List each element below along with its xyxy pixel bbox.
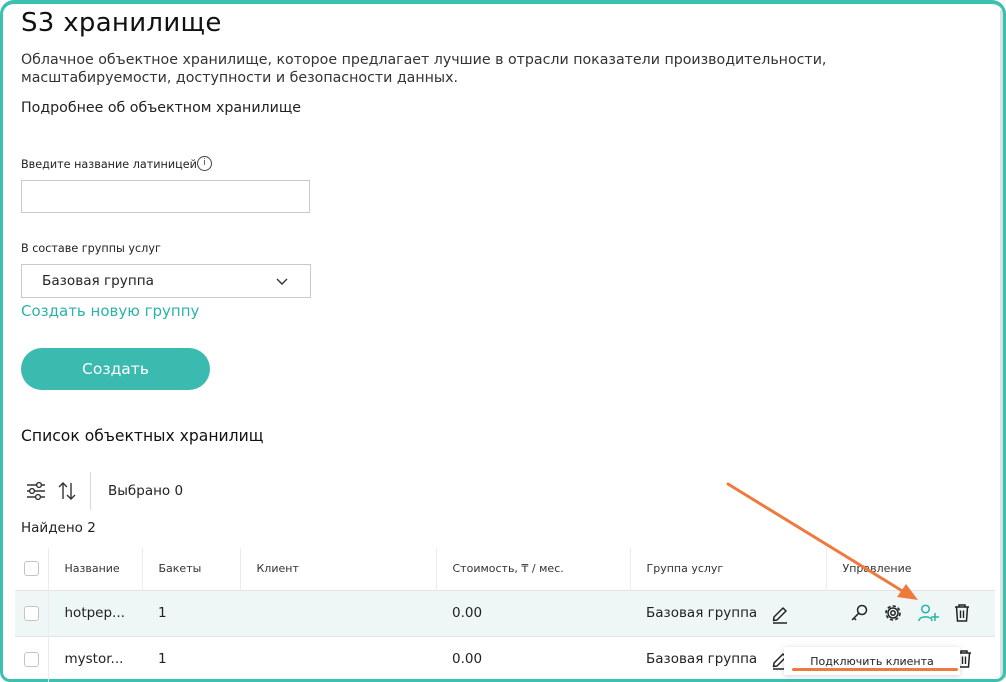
pencil-icon[interactable]	[769, 602, 791, 624]
row-name[interactable]: hotpep...	[48, 589, 142, 636]
window-edge-shadow	[1000, 10, 1006, 678]
column-header-name[interactable]: Название	[48, 548, 143, 590]
sort-arrows-icon[interactable]	[57, 480, 77, 502]
create-button[interactable]: Создать	[21, 348, 210, 390]
service-group-select[interactable]: Базовая группа	[21, 264, 311, 298]
row-buckets: 1	[142, 589, 240, 636]
row-client	[240, 589, 436, 636]
chevron-down-icon	[276, 278, 288, 285]
row-select-cell	[15, 635, 49, 682]
row-group-cell: Базовая группа	[630, 589, 826, 636]
row-buckets: 1	[142, 635, 240, 682]
row-select-cell	[15, 589, 49, 636]
toolbar-divider	[90, 472, 91, 510]
column-header-buckets[interactable]: Бакеты	[142, 548, 241, 590]
row-name[interactable]: mystor...	[48, 635, 142, 682]
gear-icon[interactable]	[882, 602, 904, 624]
row-checkbox[interactable]	[23, 651, 39, 667]
select-all-cell	[15, 548, 49, 590]
filter-sliders-icon[interactable]	[25, 481, 47, 501]
add-user-icon[interactable]	[917, 602, 939, 624]
column-header-group[interactable]: Группа услуг	[630, 548, 827, 590]
row-client	[240, 635, 436, 682]
name-input[interactable]	[21, 180, 310, 213]
key-icon[interactable]	[848, 602, 870, 624]
column-header-cost[interactable]: Стоимость, ₸ / мес.	[436, 548, 631, 590]
name-field-label: Введите название латиницей	[21, 158, 197, 171]
row-checkbox[interactable]	[23, 605, 39, 621]
create-group-link[interactable]: Создать новую группу	[21, 302, 199, 320]
trash-icon[interactable]	[951, 602, 973, 624]
more-info-link[interactable]: Подробнее об объектном хранилище	[21, 100, 301, 116]
column-header-actions: Управление	[842, 562, 912, 576]
select-all-checkbox[interactable]	[23, 561, 39, 577]
page-title: S3 хранилище	[21, 8, 222, 38]
tooltip-text: Подключить клиента	[810, 654, 934, 668]
found-count: Найдено 2	[21, 520, 96, 536]
column-header-client[interactable]: Клиент	[240, 548, 437, 590]
table-header-row: Название Бакеты Клиент Стоимость, ₸ / ме…	[15, 548, 995, 590]
group-field-label: В составе группы услуг	[21, 242, 161, 255]
page-description: Облачное объектное хранилище, которое пр…	[21, 52, 827, 86]
selected-count: Выбрано 0	[108, 483, 184, 499]
service-group-selected: Базовая группа	[42, 273, 154, 289]
table-row[interactable]: hotpep... 1 0.00 Базовая группа	[15, 589, 995, 636]
list-title: Список объектных хранилищ	[21, 427, 264, 445]
info-icon[interactable]: i	[197, 156, 212, 171]
row-group: Базовая группа	[646, 651, 758, 668]
row-cost: 0.00	[436, 635, 630, 682]
row-group: Базовая группа	[646, 605, 758, 621]
annotation-underline	[792, 668, 958, 671]
row-actions	[826, 589, 995, 636]
row-cost: 0.00	[436, 589, 630, 636]
